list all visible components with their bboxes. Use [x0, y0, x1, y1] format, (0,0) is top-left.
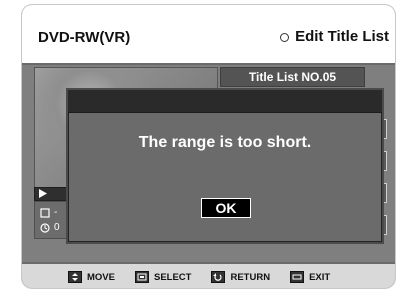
disc-type-label: DVD-RW(VR) [38, 29, 131, 46]
footer-move-label: MOVE [87, 271, 115, 283]
footer-items: MOVE SELECT RETURN EXIT [68, 271, 330, 283]
footer-exit: EXIT [290, 271, 330, 283]
square-icon [40, 207, 50, 218]
dialog-title-bar [68, 90, 382, 113]
menu-exit-icon [290, 271, 305, 283]
tv-osd-frame: DVD-RW(VR) Edit Title List Title List NO… [22, 5, 395, 288]
footer-return: RETURN [211, 271, 270, 283]
title-list-label: Title List NO.05 [220, 67, 365, 87]
info-row-1-text: - [54, 207, 58, 218]
menu-title-text: Edit Title List [295, 28, 389, 45]
footer-move: MOVE [68, 271, 115, 283]
info-row-1: - [40, 207, 57, 218]
menu-title: Edit Title List [280, 28, 389, 45]
select-button-icon [134, 271, 149, 283]
header-bar: DVD-RW(VR) Edit Title List [22, 5, 395, 65]
footer-exit-label: EXIT [309, 271, 331, 283]
footer-select: SELECT [134, 271, 192, 283]
alert-dialog: The range is too short. OK [66, 88, 384, 244]
ok-button[interactable]: OK [201, 198, 251, 218]
return-arrow-icon [211, 271, 226, 283]
info-row-2: 0 [40, 222, 60, 233]
footer-bar: MOVE SELECT RETURN EXIT [22, 262, 395, 288]
info-row-2-text: 0 [54, 222, 60, 233]
play-icon [38, 189, 48, 198]
footer-return-label: RETURN [230, 271, 271, 283]
footer-select-label: SELECT [153, 271, 192, 283]
dialog-message: The range is too short. [138, 134, 312, 151]
up-down-arrows-icon [68, 271, 82, 283]
circle-icon [280, 32, 290, 42]
clock-icon [40, 222, 50, 233]
